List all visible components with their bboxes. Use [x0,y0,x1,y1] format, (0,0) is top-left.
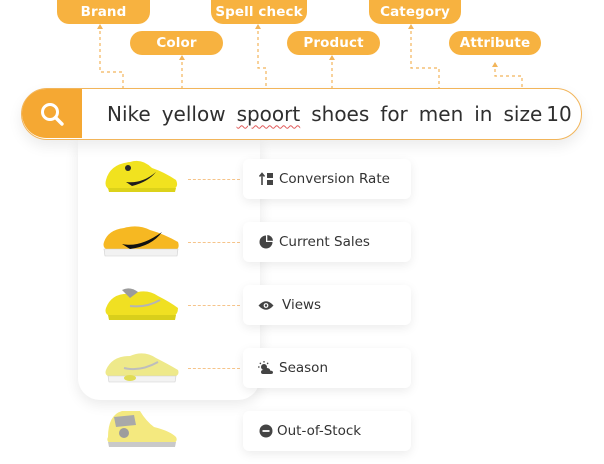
link-dots [188,305,240,306]
query-word-misspelled: spoort [236,101,301,126]
query-word-attribute: size [503,101,543,126]
metric-current-sales: Current Sales [243,222,411,262]
shoe-image [107,411,177,447]
query-word: for [380,101,408,126]
shoe-image [103,226,179,257]
search-button[interactable] [22,89,82,138]
shoe-image [105,353,179,383]
query-word-product: shoes [311,101,370,126]
pie-chart-icon [258,234,274,250]
query-word-category: men [418,101,464,126]
search-icon [41,102,64,126]
sun-cloud-icon [258,360,274,376]
query-word-brand: Nike [107,101,151,126]
link-dots [188,179,240,180]
metric-label: Conversion Rate [279,171,390,187]
query-word-color: yellow [161,101,226,126]
shoe-image [105,288,178,320]
link-dots [188,242,240,243]
query-word: in [474,101,493,126]
metric-label: Season [279,360,328,376]
minus-circle-icon [258,423,274,439]
search-bar[interactable]: Nike yellow spoort shoes for men in size… [21,88,582,140]
shoe-image [105,160,178,192]
search-query[interactable]: Nike yellow spoort shoes for men in size… [107,89,583,138]
metric-label: Out-of-Stock [277,423,362,439]
link-dots [188,368,240,369]
metric-label: Current Sales [279,234,370,250]
eye-icon [258,297,274,313]
metric-label: Views [282,297,322,313]
metric-season: Season [243,348,411,388]
metric-out-of-stock: Out-of-Stock [243,411,411,451]
bar-sort-icon [258,171,274,187]
query-word-attribute-value: 10 [546,101,572,126]
metric-conversion-rate: Conversion Rate [243,159,411,199]
metric-views: Views [243,285,411,325]
